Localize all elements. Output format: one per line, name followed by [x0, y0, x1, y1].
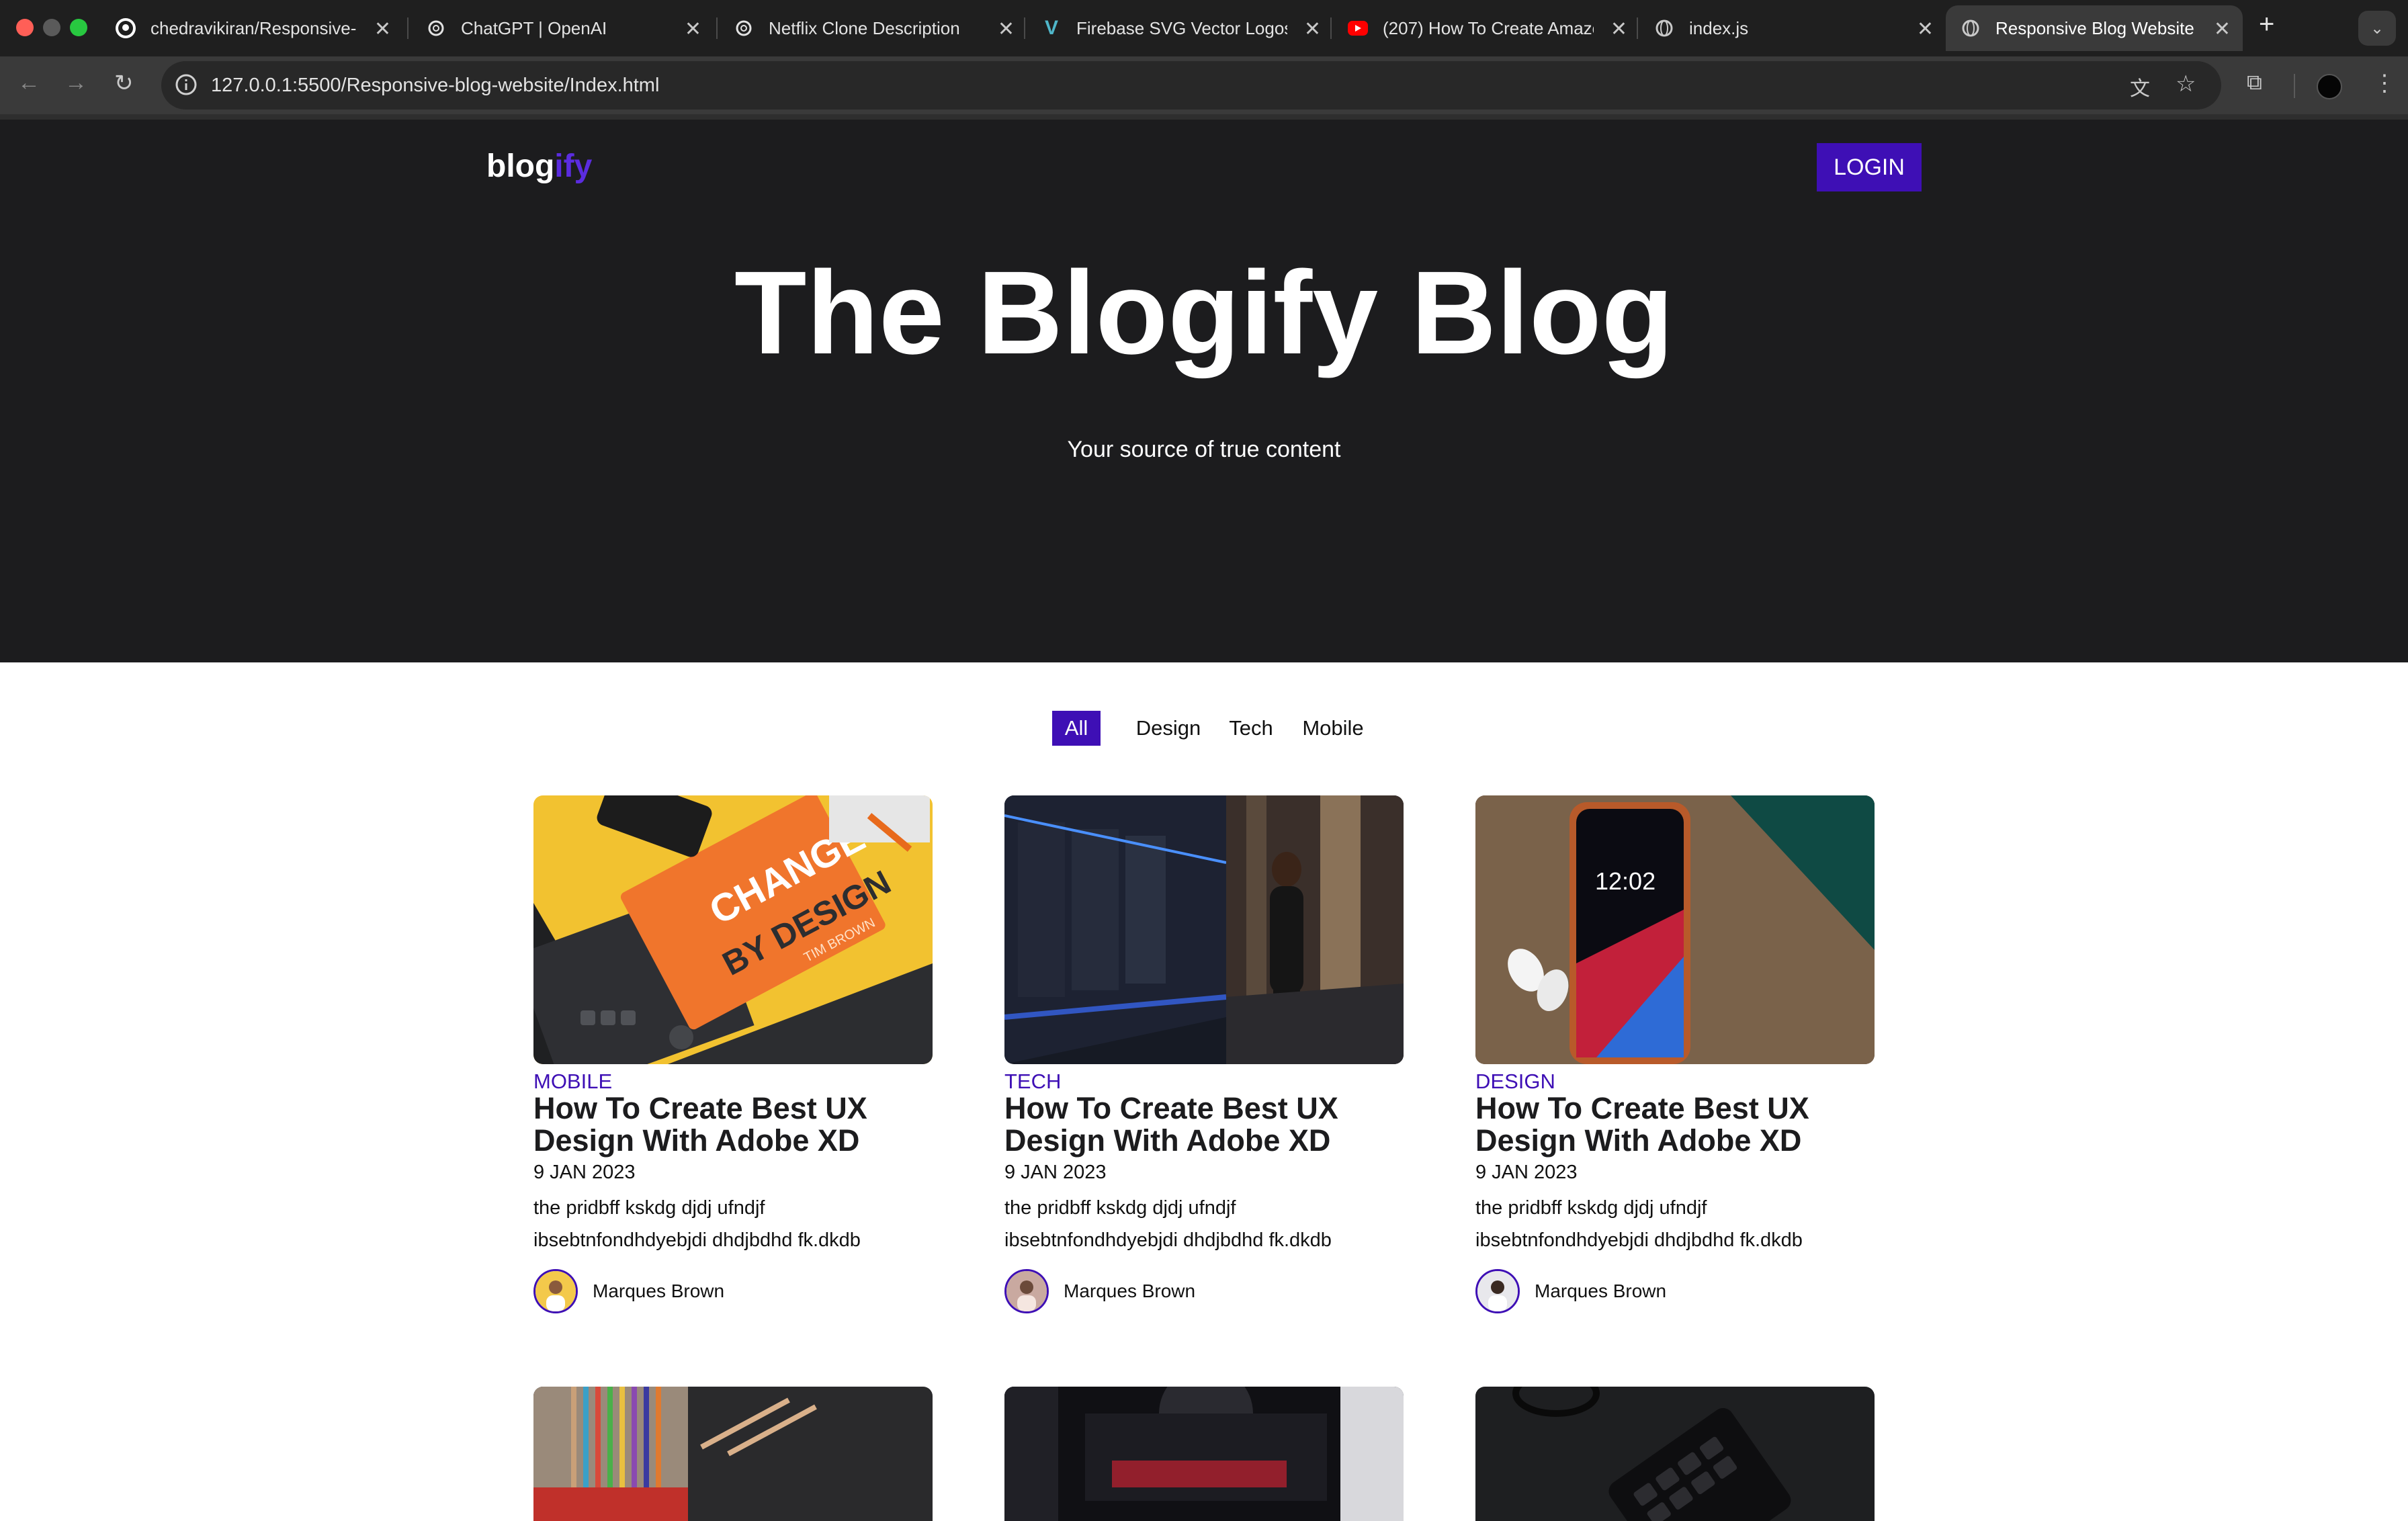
browser-tab[interactable]: (207) How To Create Amazo ✕ [1333, 5, 1639, 51]
tab-close-icon[interactable]: ✕ [1917, 17, 1934, 41]
openai-icon [734, 18, 754, 38]
browser-tab[interactable]: index.js ✕ [1639, 5, 1946, 51]
tab-separator [1637, 17, 1638, 39]
post-date: 9 JAN 2023 [1004, 1162, 1107, 1183]
browser-tab[interactable]: V Firebase SVG Vector Logos ✕ [1027, 5, 1333, 51]
extensions-icon[interactable]: ⧉ [2247, 70, 2262, 95]
filter-all[interactable]: All [1052, 711, 1101, 746]
post-category[interactable]: MOBILE [533, 1070, 612, 1094]
tab-title: Firebase SVG Vector Logos [1076, 17, 1287, 38]
youtube-icon [1348, 21, 1368, 36]
tab-title: index.js [1689, 17, 1749, 38]
tab-title: Netflix Clone Description [769, 17, 960, 38]
browser-tab-strip: chedravikiran/Responsive-b ✕ ChatGPT | O… [0, 0, 2408, 56]
author-name: Marques Brown [1535, 1280, 1667, 1301]
new-tab-icon[interactable]: + [2259, 9, 2274, 40]
post-title[interactable]: How To Create Best UX Design With Adobe … [1004, 1092, 1408, 1157]
openai-icon [426, 18, 446, 38]
post-author[interactable]: Marques Brown [1475, 1267, 1666, 1315]
tab-close-icon[interactable]: ✕ [998, 17, 1015, 41]
vector-logo-icon: V [1044, 17, 1058, 39]
browser-tab[interactable]: Netflix Clone Description ✕ [719, 5, 1027, 51]
tab-title: (207) How To Create Amazo [1383, 17, 1594, 38]
post-author[interactable]: Marques Brown [533, 1267, 724, 1315]
logo-text: blog [486, 148, 555, 184]
post-date: 9 JAN 2023 [1475, 1162, 1578, 1183]
author-avatar [533, 1269, 578, 1313]
post-image[interactable] [1004, 1387, 1404, 1521]
post-excerpt: the pridbff kskdg djdj ufndjf ibsebtnfon… [533, 1197, 861, 1251]
tab-title: chedravikiran/Responsive-b [150, 17, 357, 38]
post-image[interactable]: 12:02 [1475, 795, 1875, 1064]
tab-title: Responsive Blog Website [1995, 17, 2194, 38]
filter-design[interactable]: Design [1129, 711, 1208, 746]
browser-tab[interactable]: chedravikiran/Responsive-b ✕ [101, 5, 403, 51]
post-card[interactable]: 12:02 DESIGN How To Create Best UX Desig… [1475, 795, 1875, 1313]
globe-icon [1654, 18, 1674, 38]
category-filters: All Design Tech Mobile [0, 711, 2408, 746]
site-logo[interactable]: blogify [486, 148, 592, 185]
github-icon [116, 18, 136, 38]
tab-close-icon[interactable]: ✕ [1304, 17, 1321, 41]
post-card[interactable]: CHANGE BY DESIGN TIM BROWN MOBILE How To… [533, 795, 933, 1313]
page-top-edge [0, 114, 2408, 120]
post-image[interactable] [1475, 1387, 1875, 1521]
post-image[interactable] [1004, 795, 1404, 1064]
phone-clock-text: 12:02 [1595, 867, 1656, 895]
hero-section: blogify LOGIN The Blogify Blog Your sour… [0, 120, 2408, 662]
post-image[interactable] [533, 1387, 933, 1521]
filter-tech[interactable]: Tech [1224, 711, 1278, 746]
post-category[interactable]: TECH [1004, 1070, 1061, 1094]
browser-toolbar: ← → ↻ 127.0.0.1:5500/Responsive-blog-web… [0, 56, 2408, 114]
post-image[interactable]: CHANGE BY DESIGN TIM BROWN [533, 795, 933, 1064]
url-text[interactable]: 127.0.0.1:5500/Responsive-blog-website/I… [211, 75, 659, 97]
post-card[interactable]: TECH How To Create Best UX Design With A… [1004, 795, 1404, 1313]
site-info-icon[interactable] [175, 73, 198, 96]
bookmark-star-icon[interactable]: ☆ [2176, 71, 2196, 97]
post-date: 9 JAN 2023 [533, 1162, 636, 1183]
post-title[interactable]: How To Create Best UX Design With Adobe … [1475, 1092, 1879, 1157]
author-avatar [1004, 1269, 1049, 1313]
forward-icon[interactable]: → [64, 70, 87, 96]
back-icon[interactable]: ← [17, 70, 40, 96]
login-button[interactable]: LOGIN [1817, 143, 1922, 191]
tab-title: ChatGPT | OpenAI [461, 17, 607, 38]
tab-close-icon[interactable]: ✕ [1610, 17, 1627, 41]
post-author[interactable]: Marques Brown [1004, 1267, 1195, 1315]
profile-avatar[interactable] [2317, 74, 2342, 99]
post-title[interactable]: How To Create Best UX Design With Adobe … [533, 1092, 937, 1157]
globe-icon [1961, 18, 1981, 38]
hero-subtitle: Your source of true content [1067, 437, 1341, 462]
hero-title: The Blogify Blog [734, 247, 1674, 379]
tab-separator [1330, 17, 1332, 39]
reload-icon[interactable]: ↻ [114, 70, 134, 97]
tab-close-icon[interactable]: ✕ [2214, 17, 2231, 41]
post-excerpt: the pridbff kskdg djdj ufndjf ibsebtnfon… [1004, 1197, 1332, 1251]
toolbar-divider [2294, 74, 2295, 98]
author-name: Marques Brown [1064, 1280, 1196, 1301]
post-excerpt: the pridbff kskdg djdj ufndjf ibsebtnfon… [1475, 1197, 1803, 1251]
browser-tab-active[interactable]: Responsive Blog Website ✕ [1946, 5, 2243, 51]
browser-tab[interactable]: ChatGPT | OpenAI ✕ [411, 5, 714, 51]
window-minimize-button[interactable] [43, 19, 60, 36]
tab-separator [1024, 17, 1025, 39]
logo-accent-text: ify [554, 148, 593, 184]
author-name: Marques Brown [593, 1280, 725, 1301]
author-avatar [1475, 1269, 1520, 1313]
address-bar[interactable]: 127.0.0.1:5500/Responsive-blog-website/I… [161, 61, 2221, 110]
tab-search-icon[interactable]: ⌄ [2358, 11, 2396, 46]
menu-icon[interactable]: ⋮ [2373, 70, 2396, 97]
post-category[interactable]: DESIGN [1475, 1070, 1555, 1094]
filter-mobile[interactable]: Mobile [1298, 711, 1368, 746]
tab-close-icon[interactable]: ✕ [685, 17, 701, 41]
window-close-button[interactable] [16, 19, 34, 36]
tab-close-icon[interactable]: ✕ [374, 17, 391, 41]
tab-separator [407, 17, 408, 39]
window-maximize-button[interactable] [70, 19, 87, 36]
translate-icon[interactable]: 文 [2130, 72, 2150, 101]
tab-separator [716, 17, 718, 39]
